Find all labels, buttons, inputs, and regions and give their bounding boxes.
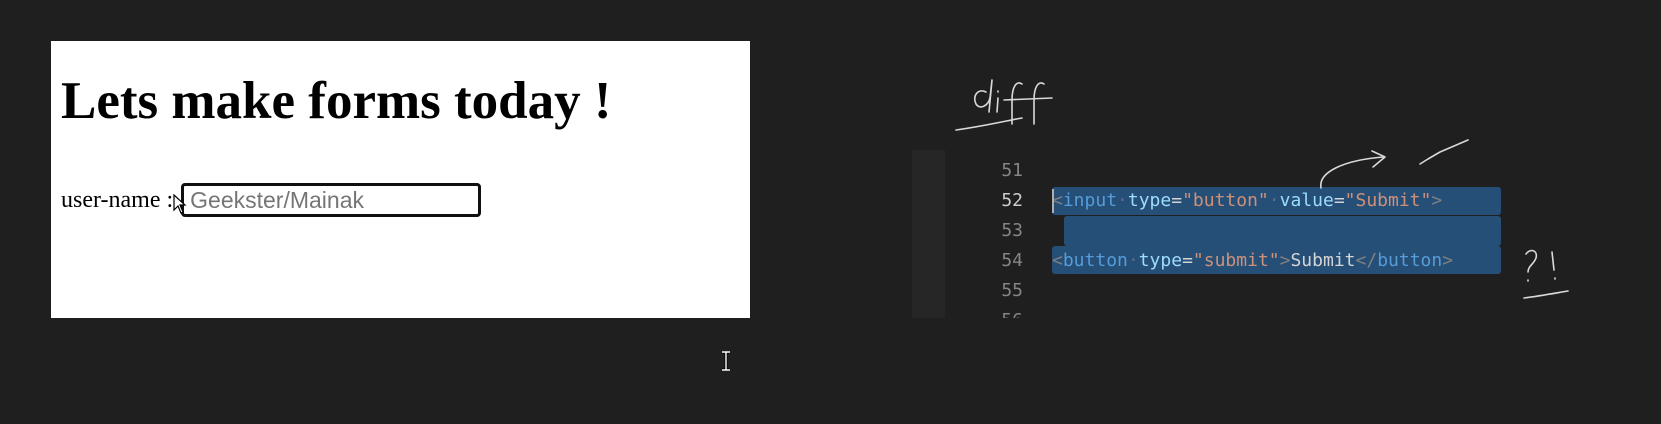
- editor-line[interactable]: 53: [912, 216, 1661, 246]
- code-line-input-button: <input·type="button"·value="Submit">: [1052, 190, 1443, 211]
- username-input[interactable]: [181, 183, 482, 217]
- code-line-submit-button: <button·type="submit">Submit</button>: [1052, 250, 1454, 271]
- username-label: user-name :: [61, 186, 174, 213]
- editor-line-active[interactable]: 52 <input·type="button"·value="Submit">: [912, 186, 1661, 216]
- line-number: 52: [1001, 190, 1023, 211]
- line-number: 51: [1001, 160, 1023, 181]
- selection-highlight: [1064, 216, 1501, 246]
- editor-line[interactable]: 54 <button·type="submit">Submit</button>: [912, 246, 1661, 276]
- browser-preview: Lets make forms today ! user-name :: [51, 41, 750, 318]
- line-number: 53: [1001, 220, 1023, 241]
- editor-line[interactable]: 56: [912, 306, 1661, 318]
- ibeam-cursor-icon: [722, 351, 730, 371]
- mouse-pointer-icon: [173, 194, 187, 214]
- text-caret: [1052, 189, 1054, 213]
- line-number: 55: [1001, 280, 1023, 301]
- editor-line[interactable]: 55: [912, 276, 1661, 306]
- username-form-row: user-name :: [61, 181, 482, 219]
- page-heading: Lets make forms today !: [61, 72, 612, 130]
- editor-line[interactable]: 51: [912, 156, 1661, 186]
- line-number: 56: [945, 306, 1023, 318]
- line-number: 54: [1001, 250, 1023, 271]
- handwritten-diff-word: [955, 79, 1053, 131]
- code-editor[interactable]: 51 52 <input·type="button"·value="Submit…: [912, 150, 1661, 318]
